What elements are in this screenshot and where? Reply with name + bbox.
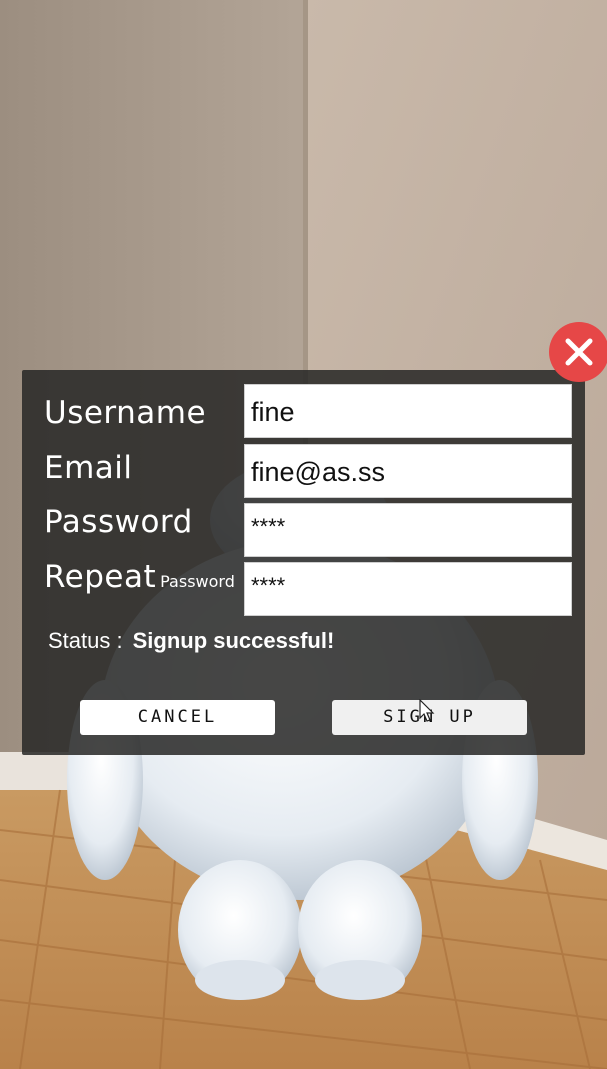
status-message: Signup successful! [132, 628, 335, 653]
username-label: Username [44, 395, 207, 431]
repeat-password-label: Repeat Password [44, 562, 235, 593]
email-field[interactable]: fine@as.ss [244, 444, 572, 498]
password-label: Password [44, 504, 193, 540]
cancel-button[interactable]: CANCEL [80, 700, 275, 735]
mouse-pointer-icon [419, 698, 435, 727]
status-row: Status : Signup successful! [48, 628, 334, 654]
signup-dialog: Username fine Email fine@as.ss Password … [22, 370, 585, 755]
repeat-password-field[interactable]: **** [244, 562, 572, 616]
repeat-label-text: Repeat [44, 559, 157, 595]
close-icon [565, 338, 593, 366]
username-field[interactable]: fine [244, 384, 572, 438]
status-label: Status : [48, 628, 123, 653]
email-label: Email [44, 450, 133, 486]
password-field[interactable]: **** [244, 503, 572, 557]
repeat-sub-label: Password [160, 572, 235, 591]
close-button[interactable] [549, 322, 607, 382]
